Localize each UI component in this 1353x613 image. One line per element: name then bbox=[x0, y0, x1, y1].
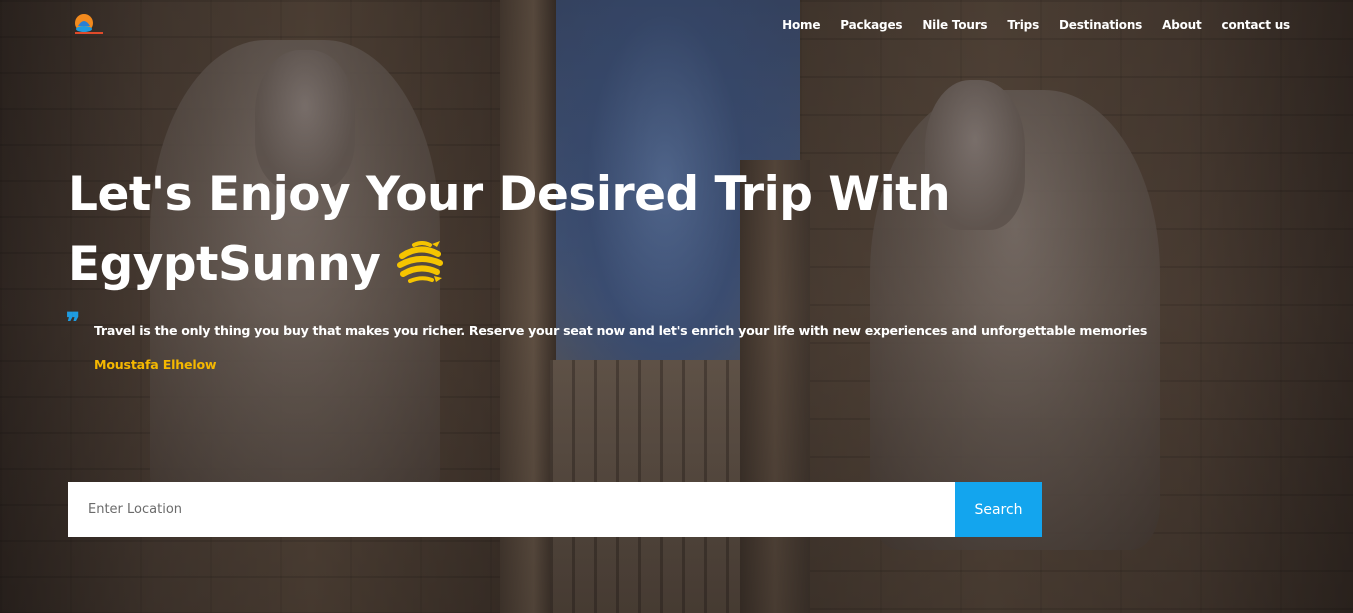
hero-quote-author: Moustafa Elhelow bbox=[94, 357, 217, 372]
nav-contact-us[interactable]: contact us bbox=[1222, 18, 1291, 32]
search-button[interactable]: Search bbox=[955, 482, 1042, 537]
hero-headline-line2: EgyptSunny bbox=[68, 237, 381, 292]
hero-section: Home Packages Nile Tours Trips Destinati… bbox=[0, 0, 1353, 613]
main-nav: Home Packages Nile Tours Trips Destinati… bbox=[782, 18, 1290, 32]
site-logo[interactable] bbox=[72, 10, 106, 38]
nav-home[interactable]: Home bbox=[782, 18, 820, 32]
egyptsunny-logo-icon bbox=[75, 14, 103, 34]
nav-nile-tours[interactable]: Nile Tours bbox=[922, 18, 987, 32]
nav-about[interactable]: About bbox=[1162, 18, 1202, 32]
hero-quote-text: Travel is the only thing you buy that ma… bbox=[94, 323, 1148, 338]
globe-plane-icon bbox=[394, 236, 446, 288]
hero-headline-line2-wrap: EgyptSunny bbox=[68, 230, 1068, 300]
location-search-form: Search bbox=[68, 482, 1042, 537]
nav-trips[interactable]: Trips bbox=[1007, 18, 1039, 32]
quote-icon: ❞ bbox=[66, 308, 80, 338]
hero-headline: Let's Enjoy Your Desired Trip With Egypt… bbox=[68, 160, 1068, 300]
location-search-input[interactable] bbox=[68, 482, 955, 537]
nav-destinations[interactable]: Destinations bbox=[1059, 18, 1142, 32]
hero-headline-line1: Let's Enjoy Your Desired Trip With bbox=[68, 167, 951, 222]
nav-packages[interactable]: Packages bbox=[840, 18, 902, 32]
